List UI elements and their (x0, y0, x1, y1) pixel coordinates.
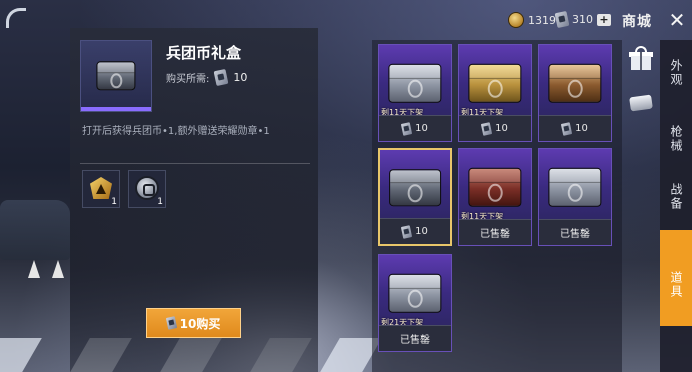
item-card-selected[interactable]: 10 (378, 148, 452, 246)
background-cone (28, 260, 40, 278)
item-card[interactable]: 已售罄 (538, 148, 612, 246)
gift-box-icon (388, 64, 442, 103)
item-card[interactable]: 剩11天下架 10 (378, 44, 452, 142)
coin-icon (508, 12, 524, 28)
item-card[interactable]: 剩11天下架 10 (458, 44, 532, 142)
tab-appearance[interactable]: 外观 (660, 50, 692, 96)
ticket-balance: 310 + (554, 10, 611, 29)
item-price: 10 (415, 123, 428, 134)
reward-count: 1 (111, 197, 117, 207)
ticket-icon (480, 121, 493, 136)
item-thumbnail (80, 40, 152, 112)
gift-box-icon (388, 274, 442, 313)
item-footer: 10 (539, 115, 611, 141)
gift-box-icon (468, 168, 522, 207)
background-vehicle (0, 200, 70, 260)
road-stripe (0, 338, 42, 372)
item-name: 兵团币礼盒 (166, 44, 242, 62)
price-value: 10 (233, 71, 248, 84)
close-button[interactable]: ✕ (662, 2, 692, 38)
item-price: 10 (575, 123, 588, 134)
gift-box-icon (548, 168, 602, 207)
shop-title: 商城 (622, 14, 652, 30)
legion-coin-icon (135, 176, 159, 200)
item-footer: 10 (380, 218, 450, 244)
ticket-icon (400, 121, 413, 136)
item-card[interactable]: 剩11天下架 已售罄 (458, 148, 532, 246)
gift-box-icon (468, 64, 522, 103)
coin-balance: 1319 (508, 12, 556, 28)
reward-item[interactable]: 1 (82, 170, 120, 208)
tab-weapons[interactable]: 枪械 (660, 116, 692, 162)
item-price: 10 (495, 123, 508, 134)
item-grid: 剩11天下架 10 剩11天下架 10 10 10 剩11天下架 已售罄 已售罄… (372, 40, 622, 372)
coin-amount: 1319 (528, 13, 556, 27)
item-card[interactable]: 10 (538, 44, 612, 142)
gift-icon[interactable] (626, 44, 656, 74)
shop-screen: 1319 310 + 商城 ✕ 兵团币礼盒 购买所需: 10 打开后获得兵团币•… (0, 0, 692, 372)
reward-item[interactable]: 1 (128, 170, 166, 208)
ticket-amount: 310 (572, 13, 593, 26)
sold-out-label: 已售罄 (480, 229, 510, 240)
gift-box-icon (389, 168, 441, 207)
gift-box-icon (96, 61, 136, 91)
buy-button-label: 10购买 (179, 316, 221, 331)
item-footer: 10 (459, 115, 531, 141)
ticket-icon (213, 68, 229, 87)
category-icon-bar (622, 40, 660, 372)
divider (80, 163, 310, 164)
background-cone (52, 260, 64, 278)
item-footer: 已售罄 (539, 219, 611, 245)
tab-items[interactable]: 道具 (660, 230, 692, 326)
buy-button[interactable]: 10购买 (146, 308, 241, 338)
price-label: 购买所需: (166, 74, 210, 85)
ticket-icon (560, 121, 573, 136)
ticket-icon (165, 316, 177, 330)
item-footer: 已售罄 (459, 219, 531, 245)
sold-out-label: 已售罄 (560, 229, 590, 240)
crate-icon[interactable] (626, 88, 656, 118)
item-description: 打开后获得兵团币•1,额外赠送荣耀勋章•1 (82, 126, 270, 137)
reward-count: 1 (157, 197, 163, 207)
tab-equipment[interactable]: 战备 (660, 174, 692, 220)
item-footer: 已售罄 (379, 325, 451, 351)
item-footer: 10 (379, 115, 451, 141)
category-tabs: 外观 枪械 战备 道具 (660, 40, 692, 372)
gift-box-icon (548, 64, 602, 103)
ticket-icon (400, 224, 413, 239)
add-currency-button[interactable]: + (597, 13, 611, 26)
honor-medal-icon (90, 177, 112, 199)
price-row: 购买所需: 10 (166, 68, 248, 87)
item-detail-panel: 兵团币礼盒 购买所需: 10 打开后获得兵团币•1,额外赠送荣耀勋章•1 1 1… (70, 28, 318, 372)
item-price: 10 (415, 226, 428, 237)
sold-out-label: 已售罄 (400, 335, 430, 346)
ticket-icon (554, 10, 570, 29)
item-card[interactable]: 剩21天下架 已售罄 (378, 254, 452, 352)
